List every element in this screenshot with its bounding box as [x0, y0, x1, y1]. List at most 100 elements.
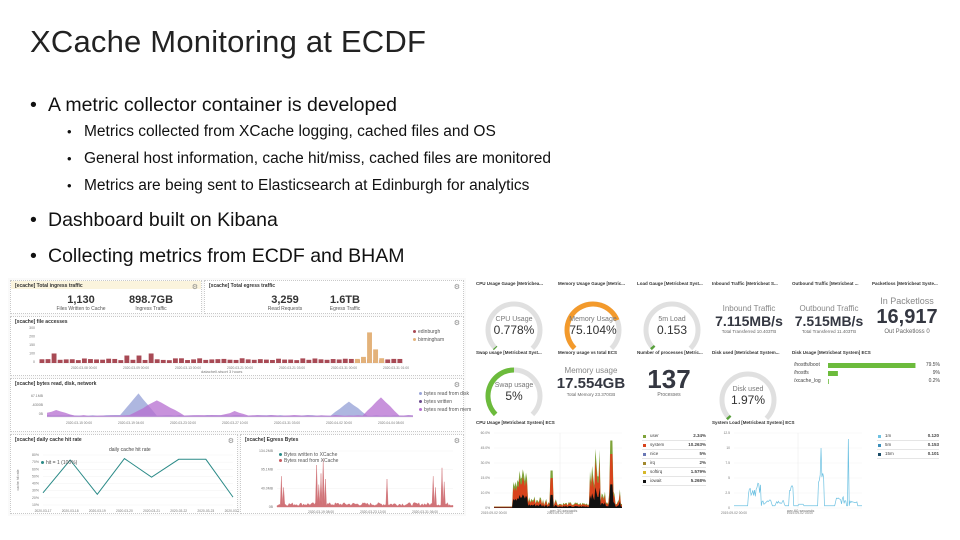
- bar-edinburgh: [112, 358, 118, 363]
- load-legend-1m[interactable]: 1m 0.120: [877, 432, 939, 441]
- y-tick-label: 7.5: [725, 461, 730, 465]
- mem-gauge-label: Memory Usage 75.104%: [569, 316, 617, 337]
- mem-gauge-title: Memory Usage Gauge [Metric...: [558, 281, 626, 286]
- disk-gauge-fill: [726, 414, 732, 421]
- legend-edinburgh[interactable]: edinburgh: [413, 329, 440, 335]
- legend-birmingham[interactable]: birmingham: [413, 337, 444, 343]
- legend-value: 5%: [699, 451, 706, 456]
- y-tick-label: 0B: [39, 412, 44, 416]
- x-tick-label: 2020-03-22: [170, 509, 187, 513]
- cpu-x-label: per 30 seconds: [550, 508, 578, 513]
- legend-name: iowait: [650, 478, 662, 483]
- y-tick-label: 40%: [32, 482, 39, 486]
- bar-edinburgh: [63, 359, 69, 363]
- bar-edinburgh: [263, 359, 269, 363]
- gear-icon[interactable]: ⚙: [454, 283, 460, 291]
- bar-edinburgh: [160, 359, 166, 363]
- disk-usage-bar: [828, 371, 838, 376]
- legend-swatch: [643, 444, 646, 447]
- panel-title: [xcache] Total egress traffic: [209, 283, 276, 289]
- bar-edinburgh: [154, 359, 160, 363]
- file-accesses-chart: 300 200 150 100 0 2020-03-08 00:00 2020-03-09 …: [29, 326, 409, 370]
- cpu-legend-nice[interactable]: nice 5%: [642, 450, 706, 459]
- legend-written[interactable]: bytes written: [419, 399, 452, 405]
- bar-edinburgh: [342, 358, 348, 363]
- legend-name: 15m: [885, 451, 894, 456]
- processes-title: Number of processes [Metric...: [637, 350, 703, 355]
- cpu-legend-user[interactable]: user 2.34%: [642, 432, 706, 441]
- bar-edinburgh: [100, 359, 106, 363]
- swap-gauge-label: Swap usage 5%: [494, 382, 534, 403]
- legend-swatch: [643, 453, 646, 456]
- disk-row-value: 9%: [932, 370, 940, 376]
- bullet-kibana: Dashboard built on Kibana: [30, 207, 551, 233]
- legend-swatch: [643, 435, 646, 438]
- outbound-stat: Outbound Traffic 7.515MB/s Total Transfe…: [794, 304, 864, 334]
- x-tick-label: 2020-04-04 08:00: [378, 421, 404, 425]
- disk-usage-bar: [828, 363, 916, 368]
- bar-edinburgh: [391, 358, 397, 363]
- legend-name: nice: [650, 451, 659, 456]
- x-tick-label: 2020-03-23: [197, 509, 214, 513]
- metric-ingress-traffic: 898.7GB Ingress Traffic: [128, 294, 174, 312]
- x-tick-label: 2020-03-24: [225, 509, 239, 513]
- bar-edinburgh: [179, 358, 184, 363]
- cpu-gauge-label: CPU Usage 0.778%: [493, 316, 535, 337]
- load-legend-5m[interactable]: 5m 0.153: [877, 441, 939, 450]
- bar-edinburgh: [88, 359, 93, 363]
- sub-bullet-sources: Metrics collected from XCache logging, c…: [30, 118, 551, 145]
- x-tick-label: 2020-03-09 00:00: [123, 366, 149, 370]
- gear-icon[interactable]: ⚙: [192, 283, 198, 291]
- system-load-title: System Load [Metricbeat System] ECS: [712, 420, 795, 425]
- egress-bytes-panel: [xcache] Egress Bytes ⚙ 134.2MB 95.1MB 40.…: [240, 434, 464, 514]
- y-tick-label: 200: [29, 335, 35, 339]
- bar-edinburgh: [209, 359, 215, 363]
- y-tick-label: 60.0%: [481, 431, 490, 435]
- cpu-legend-system[interactable]: system 10.263%: [642, 441, 706, 450]
- bar-edinburgh: [130, 359, 136, 363]
- cpu-legend-iowait[interactable]: iowait 5.268%: [642, 477, 706, 486]
- bar-edinburgh: [75, 360, 81, 363]
- legend-swatch: [643, 480, 646, 483]
- x-tick-label: 2020-03-17: [35, 509, 52, 513]
- metric-files-written: 1,130 Files Written to Cache: [56, 294, 106, 312]
- bar-edinburgh: [318, 359, 324, 363]
- legend-swatch: [643, 462, 646, 465]
- cpu-legend-softirq[interactable]: softirq 1.579%: [642, 468, 706, 477]
- y-tick-label: 134.2MB: [259, 449, 274, 453]
- disk-usage-title: Disk Usage [Metricbeat System] ECS: [792, 350, 871, 355]
- load-legend-15m[interactable]: 15m 0.101: [877, 450, 939, 459]
- x-tick-label: 2020-03-19 08:00: [308, 510, 334, 514]
- x-tick-label: 2020-03-31 00:00: [331, 366, 357, 370]
- cpu-gauge-fill: [492, 345, 498, 351]
- bar-edinburgh: [330, 359, 336, 363]
- legend-mem[interactable]: bytes read from mem: [419, 407, 471, 413]
- bar-edinburgh: [191, 359, 197, 363]
- load-gauge-label: 5m Load 0.153: [656, 316, 688, 337]
- y-tick-label: 0: [33, 360, 35, 364]
- bar-edinburgh: [148, 353, 154, 363]
- bar-edinburgh: [215, 359, 221, 363]
- legend-bytes-read[interactable]: Bytes read from XCache: [279, 458, 338, 464]
- x-tick-label: 2020-03-31 01:00: [383, 366, 409, 370]
- xcache-dashboard: [ecache] Total ingress traffic ⚙ 1,130 F…: [8, 278, 471, 516]
- disk-usage-bar: [828, 379, 829, 384]
- bar-edinburgh: [81, 358, 87, 363]
- bar-birmingham: [354, 358, 360, 363]
- legend-value: 0.101: [927, 451, 939, 456]
- bar-edinburgh: [197, 358, 203, 363]
- bar-edinburgh: [94, 359, 99, 363]
- cpu-legend-irq[interactable]: irq 2%: [642, 459, 706, 468]
- legend-swatch: [643, 471, 646, 474]
- legend-value: 5.268%: [690, 478, 706, 483]
- panel-title: [ecache] Total ingress traffic: [15, 283, 83, 289]
- legend-swatch: [878, 453, 881, 456]
- x-tick-label: 2020-04-02 30:00: [326, 421, 352, 425]
- x-tick-label: 2020-03-13 00:00: [175, 366, 201, 370]
- bar-edinburgh: [118, 360, 124, 363]
- y-tick-label: 50%: [32, 474, 39, 478]
- bar-edinburgh: [106, 358, 112, 363]
- y-tick-label: -6300B: [32, 403, 44, 407]
- legend-disk[interactable]: bytes read from disk: [419, 391, 469, 397]
- bar-edinburgh: [251, 359, 257, 363]
